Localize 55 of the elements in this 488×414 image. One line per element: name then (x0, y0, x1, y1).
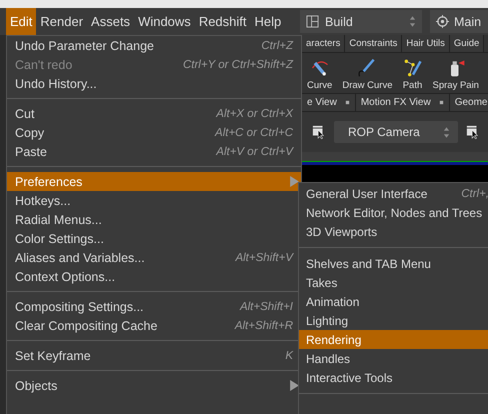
layout-icon (306, 15, 319, 28)
shelf-tool[interactable]: Curve (302, 53, 338, 93)
shelf-tab[interactable]: Constraints (345, 35, 402, 52)
shelf-tab[interactable]: aracters (302, 35, 346, 52)
viewport-layout-button[interactable]: Main (430, 10, 488, 33)
menu-item[interactable]: Compositing Settings... Alt+Shift+I (7, 297, 301, 316)
shelf-tool[interactable]: Path (398, 53, 428, 93)
menu-item[interactable]: Paste Alt+V or Ctrl+V (7, 142, 301, 161)
menu-item[interactable]: Clear Compositing Cache Alt+Shift+R (7, 316, 301, 335)
menu-item[interactable]: General User Interface Ctrl+, (299, 184, 488, 203)
shelf-tab[interactable]: Guide (450, 35, 484, 52)
menu-item[interactable]: Aliases and Variables... Alt+Shift+V (7, 248, 301, 267)
menu-item[interactable]: Color Settings... (7, 229, 301, 248)
pen-curve-icon (357, 58, 378, 78)
desktop-dropdown[interactable]: Build (300, 10, 422, 33)
menu-item[interactable]: Interactive Tools (299, 368, 488, 387)
close-icon[interactable] (344, 100, 350, 105)
menu-item[interactable]: Takes (299, 273, 488, 292)
spinner-icon (409, 15, 416, 28)
menu-item[interactable]: Redshift (194, 8, 251, 35)
menu-item[interactable]: Radial Menus... (7, 210, 301, 229)
shelf-tab[interactable]: Hair Utils (402, 35, 450, 52)
crosshair-icon (436, 15, 449, 28)
menu-item[interactable]: Windows (134, 8, 195, 35)
menu-item[interactable]: Undo Parameter Change Ctrl+Z (7, 36, 301, 55)
menu-item[interactable]: Network Editor, Nodes and Trees (299, 203, 488, 222)
pane-tab[interactable]: Motion FX View (356, 94, 450, 111)
menu-item[interactable]: Undo History... (7, 74, 301, 93)
menu-item[interactable]: Context Options... (7, 267, 301, 286)
pane-tab[interactable]: e View (302, 94, 356, 111)
menu-item[interactable]: Animation (299, 292, 488, 311)
menu-item[interactable]: Help (250, 8, 286, 35)
shelf-tool[interactable]: Draw Curve (337, 53, 398, 93)
shelf-tool[interactable]: Spray Pain (428, 53, 484, 93)
spinner-icon (443, 126, 450, 138)
menu-item[interactable]: Shelves and TAB Menu (299, 254, 488, 273)
menu-item[interactable]: Render (36, 8, 88, 35)
path-tool-icon (402, 58, 422, 78)
camera-dropdown[interactable]: ROP Camera (334, 121, 458, 143)
menu-item[interactable]: Rendering (299, 330, 488, 349)
menu-item[interactable]: Hotkeys... (7, 191, 301, 210)
menu-item[interactable]: Cut Alt+X or Ctrl+X (7, 104, 301, 123)
cursor-icon[interactable] (312, 125, 326, 139)
cursor-icon[interactable] (466, 125, 480, 139)
menu-item[interactable]: Set Keyframe K (7, 346, 301, 365)
menu-item[interactable]: Copy Alt+C or Ctrl+C (7, 123, 301, 142)
menu-item[interactable]: Preferences (7, 172, 301, 191)
menu-item[interactable]: Lighting (299, 311, 488, 330)
menu-item[interactable]: Handles (299, 349, 488, 368)
menu-item[interactable]: Edit (6, 8, 36, 35)
menu-item[interactable]: Assets (87, 8, 134, 35)
close-icon[interactable] (438, 100, 444, 105)
menu-item[interactable]: Objects (7, 376, 301, 395)
pane-tab[interactable]: Geome (450, 94, 488, 111)
menu-item[interactable]: 3D Viewports (299, 222, 488, 241)
